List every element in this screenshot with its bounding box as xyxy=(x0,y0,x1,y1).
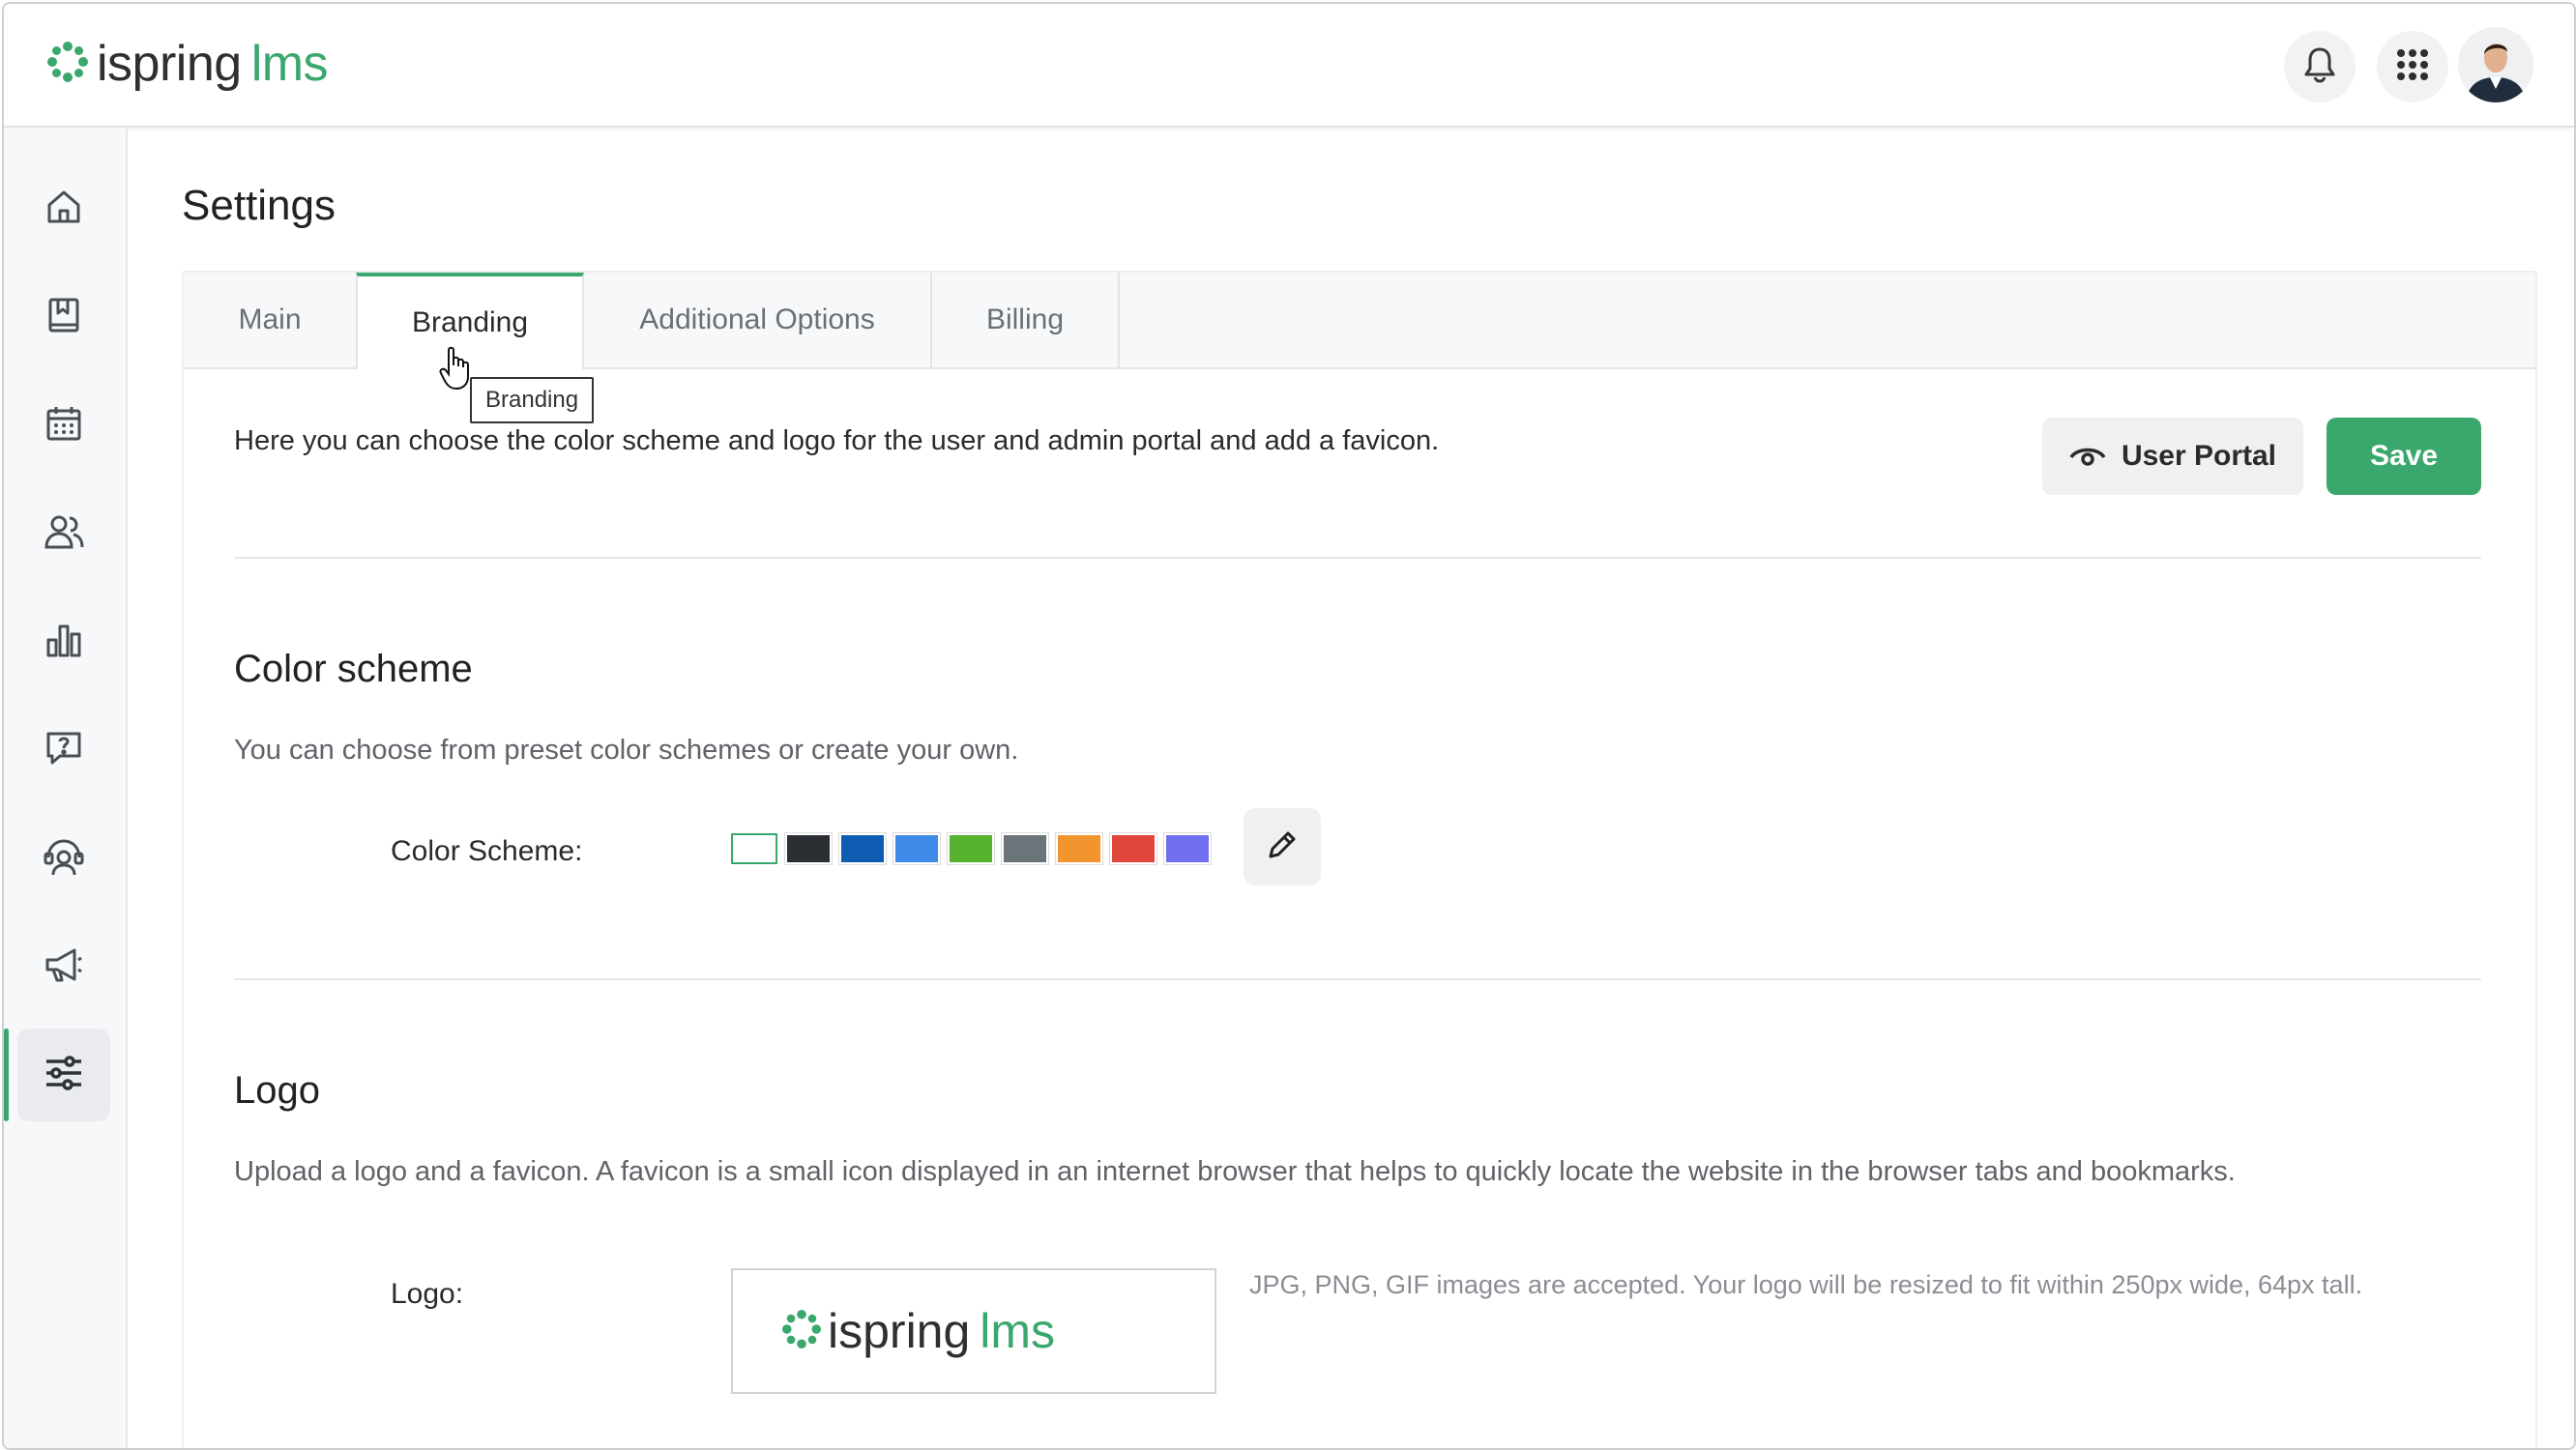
branding-intro-text: Here you can choose the color scheme and… xyxy=(234,425,1440,456)
logo-label: Logo: xyxy=(391,1278,464,1310)
sidebar-item-questions[interactable] xyxy=(17,704,110,797)
logo-word-ispring: ispring xyxy=(97,36,242,92)
color-swatch[interactable] xyxy=(893,832,941,865)
sidebar-item-courses[interactable] xyxy=(17,271,110,363)
pencil-icon xyxy=(1265,827,1300,867)
ispring-star-icon xyxy=(781,1309,822,1354)
home-icon xyxy=(44,188,83,231)
color-swatch[interactable] xyxy=(731,833,777,864)
tab-bar: Main Branding Additional Options Billing xyxy=(184,273,2535,369)
reports-icon xyxy=(44,621,83,664)
logo-word-lms: lms xyxy=(250,36,329,92)
color-scheme-description: You can choose from preset color schemes… xyxy=(234,735,1019,766)
color-swatch[interactable] xyxy=(1109,832,1157,865)
user-avatar[interactable] xyxy=(2458,27,2533,102)
calendar-icon xyxy=(44,404,83,448)
color-swatch[interactable] xyxy=(1163,832,1212,865)
sidebar-item-settings[interactable] xyxy=(4,1029,110,1121)
edit-color-scheme-button[interactable] xyxy=(1244,808,1321,885)
ispring-star-icon xyxy=(46,41,89,88)
logo-section-title: Logo xyxy=(234,1069,320,1112)
divider xyxy=(234,557,2481,559)
questions-icon xyxy=(44,729,83,772)
megaphone-icon xyxy=(44,945,84,989)
color-swatch[interactable] xyxy=(838,832,887,865)
color-scheme-label: Color Scheme: xyxy=(391,835,583,867)
logo-section-description: Upload a logo and a favicon. A favicon i… xyxy=(234,1156,2236,1187)
user-portal-label: User Portal xyxy=(2121,440,2277,472)
sidebar-item-reports[interactable] xyxy=(17,595,110,688)
sidebar-item-home[interactable] xyxy=(17,162,110,255)
color-swatch[interactable] xyxy=(784,832,833,865)
top-bar: ispring lms xyxy=(4,4,2574,128)
eye-icon xyxy=(2069,444,2106,469)
settings-sliders-icon xyxy=(44,1054,84,1097)
logo-upload-preview[interactable]: ispring lms xyxy=(731,1268,1216,1394)
user-portal-button[interactable]: User Portal xyxy=(2042,418,2303,495)
logo-preview-word-ispring: ispring xyxy=(828,1304,971,1358)
color-scheme-title: Color scheme xyxy=(234,648,473,690)
sidebar-item-announcements[interactable] xyxy=(17,920,110,1013)
support-icon xyxy=(44,836,84,882)
color-swatch[interactable] xyxy=(1055,832,1103,865)
app-window: ispring lms Settings Main Branding Addit… xyxy=(2,2,2576,1450)
logo-preview-word-lms: lms xyxy=(980,1304,1056,1358)
apps-grid-icon xyxy=(2396,48,2429,86)
book-icon xyxy=(44,296,83,339)
apps-button[interactable] xyxy=(2377,31,2448,102)
color-swatch[interactable] xyxy=(947,832,995,865)
tab-billing[interactable]: Billing xyxy=(932,273,1120,367)
brand-logo[interactable]: ispring lms xyxy=(46,33,329,95)
tab-additional-options[interactable]: Additional Options xyxy=(584,273,932,367)
sidebar-item-support[interactable] xyxy=(17,812,110,905)
page-title: Settings xyxy=(182,182,336,229)
logo-format-hint: JPG, PNG, GIF images are accepted. Your … xyxy=(1249,1270,2363,1299)
notifications-button[interactable] xyxy=(2284,31,2356,102)
divider xyxy=(234,978,2481,980)
hand-cursor-icon xyxy=(439,346,474,395)
bell-icon xyxy=(2303,46,2336,88)
sidebar xyxy=(4,128,128,1448)
sidebar-item-users[interactable] xyxy=(17,487,110,580)
sidebar-item-calendar[interactable] xyxy=(17,379,110,472)
tooltip: Branding xyxy=(470,377,595,423)
save-button[interactable]: Save xyxy=(2327,418,2481,495)
color-swatch[interactable] xyxy=(1001,832,1049,865)
users-icon xyxy=(44,512,84,556)
tab-main[interactable]: Main xyxy=(184,273,358,367)
